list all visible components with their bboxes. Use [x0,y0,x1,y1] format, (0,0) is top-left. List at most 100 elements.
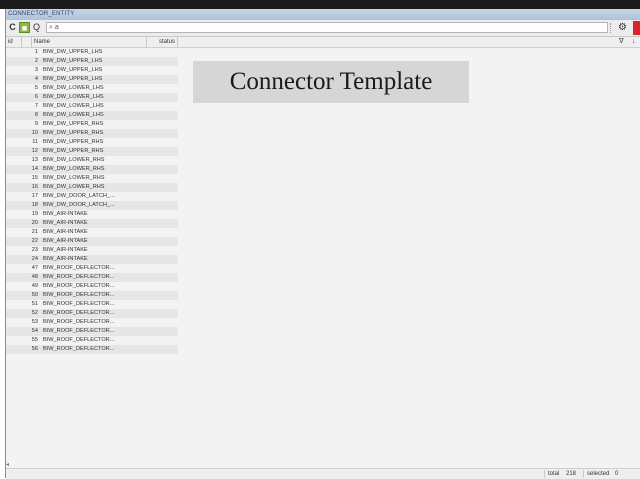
row-name: BIW_ROOF_DEFLECTOR... [43,265,115,271]
row-name: BIW_DW_UPPER_RHS [43,130,104,136]
table-row[interactable]: 4 BIW_DW_UPPER_LHS [6,75,178,84]
row-id: 7 [34,103,38,109]
table-row[interactable]: 50 BIW_ROOF_DEFLECTOR... [6,291,178,300]
vertical-scrollbar[interactable] [6,47,10,472]
table-row[interactable]: 9 BIW_DW_UPPER_RHS [6,120,178,129]
row-name: BIW_DW_UPPER_RHS [43,148,104,154]
row-name: BIW_ROOF_DEFLECTOR... [43,319,115,325]
entity-list: 1 BIW_DW_UPPER_LHS 2 BIW_DW_UPPER_LHS 3 BIW_D… [6,48,178,354]
row-id: 16 [31,184,38,190]
row-name: BIW_ROOF_DEFLECTOR... [43,337,115,343]
connector-template-label: Connector Template [193,61,469,103]
table-row[interactable]: 53 BIW_ROOF_DEFLECTOR... [6,318,178,327]
row-id: 48 [31,274,38,280]
table-row[interactable]: 23 BIW_AIR-INTAKE [6,246,178,255]
row-id: 55 [31,337,38,343]
window-title: CONNECTOR_ENTITY [6,9,640,20]
table-row[interactable]: 11 BIW_DW_UPPER_RHS [6,138,178,147]
row-id: 13 [31,157,38,163]
row-name: BIW_DW_UPPER_RHS [43,121,104,127]
table-row[interactable]: 51 BIW_ROOF_DEFLECTOR... [6,300,178,309]
refresh-icon[interactable]: C [7,22,18,33]
table-row[interactable]: 52 BIW_ROOF_DEFLECTOR... [6,309,178,318]
table-row[interactable]: 54 BIW_ROOF_DEFLECTOR... [6,327,178,336]
table-row[interactable]: 12 BIW_DW_UPPER_RHS [6,147,178,156]
table-row[interactable]: 10 BIW_DW_UPPER_RHS [6,129,178,138]
table-row[interactable]: 56 BIW_ROOF_DEFLECTOR... [6,345,178,354]
row-name: BIW_ROOF_DEFLECTOR... [43,328,115,334]
row-id: 24 [31,256,38,262]
row-name: BIW_AIR-INTAKE [43,238,88,244]
table-row[interactable]: 14 BIW_DW_LOWER_RHS [6,165,178,174]
row-name: BIW_AIR-INTAKE [43,247,88,253]
row-id: 10 [31,130,38,136]
row-name: BIW_AIR-INTAKE [43,220,88,226]
table-row[interactable]: 19 BIW_AIR-INTAKE [6,210,178,219]
row-id: 5 [34,85,38,91]
row-id: 17 [31,193,38,199]
filter-toggle-icon[interactable]: ■ [19,22,30,33]
table-row[interactable]: 20 BIW_AIR-INTAKE [6,219,178,228]
table-row[interactable]: 17 BIW_DW_DOOR_LATCH_... [6,192,178,201]
row-id: 15 [31,175,38,181]
column-header-id[interactable]: id [6,37,22,47]
row-id: 11 [32,139,38,145]
row-name: BIW_ROOF_DEFLECTOR... [43,274,115,280]
row-name: BIW_AIR-INTAKE [43,256,88,262]
search-icon[interactable]: Q [31,22,42,33]
table-row[interactable]: 47 BIW_ROOF_DEFLECTOR... [6,264,178,273]
row-name: BIW_DW_UPPER_LHS [43,67,103,73]
search-input[interactable]: ⌕ a [46,22,608,33]
row-name: BIW_DW_LOWER_LHS [43,94,104,100]
column-header-name[interactable]: Name [32,37,147,47]
status-divider [583,470,584,478]
toolbar: C ■ Q ⌕ a ⚙ [6,20,640,37]
row-id: 12 [31,148,38,154]
row-name: BIW_ROOF_DEFLECTOR... [43,301,115,307]
table-row[interactable]: 49 BIW_ROOF_DEFLECTOR... [6,282,178,291]
table-row[interactable]: 15 BIW_DW_LOWER_RHS [6,174,178,183]
row-id: 54 [31,328,38,334]
table-row[interactable]: 48 BIW_ROOF_DEFLECTOR... [6,273,178,282]
toolbar-grip[interactable] [610,23,612,33]
table-row[interactable]: 5 BIW_DW_LOWER_LHS [6,84,178,93]
row-id: 3 [34,67,38,73]
row-name: BIW_DW_LOWER_RHS [43,157,105,163]
search-value: a [54,24,59,31]
row-name: BIW_DW_LOWER_LHS [43,103,104,109]
table-row[interactable]: 7 BIW_DW_LOWER_LHS [6,102,178,111]
row-name: BIW_DW_UPPER_RHS [43,139,104,145]
table-row[interactable]: 55 BIW_ROOF_DEFLECTOR... [6,336,178,345]
table-row[interactable]: 2 BIW_DW_UPPER_LHS [6,57,178,66]
table-row[interactable]: 18 BIW_DW_DOOR_LATCH_... [6,201,178,210]
row-id: 9 [34,121,38,127]
scroll-left-icon[interactable]: ◂ [6,461,9,468]
table-row[interactable]: 22 BIW_AIR-INTAKE [6,237,178,246]
filter-icon[interactable]: ∇ [619,37,624,47]
row-id: 49 [31,283,38,289]
close-icon[interactable] [633,21,640,35]
table-row[interactable]: 24 BIW_AIR-INTAKE [6,255,178,264]
row-id: 53 [31,319,38,325]
row-name: BIW_ROOF_DEFLECTOR... [43,310,115,316]
table-row[interactable]: 3 BIW_DW_UPPER_LHS [6,66,178,75]
row-id: 2 [34,58,38,64]
table-row[interactable]: 1 BIW_DW_UPPER_LHS [6,48,178,57]
table-row[interactable]: 21 BIW_AIR-INTAKE [6,228,178,237]
row-id: 8 [34,112,38,118]
table-row[interactable]: 8 BIW_DW_LOWER_LHS [6,111,178,120]
column-header-sort-marker[interactable] [22,37,32,47]
column-header-status[interactable]: status [147,37,178,47]
row-id: 52 [31,310,38,316]
row-name: BIW_DW_DOOR_LATCH_... [43,193,115,199]
row-name: BIW_DW_LOWER_RHS [43,184,105,190]
table-row[interactable]: 6 BIW_DW_LOWER_LHS [6,93,178,102]
sort-arrow-icon[interactable]: ↓ [632,37,636,47]
row-id: 47 [31,265,38,271]
table-row[interactable]: 13 BIW_DW_LOWER_RHS [6,156,178,165]
status-bar: total 218 selected 0 [6,468,640,479]
gear-icon[interactable]: ⚙ [618,22,627,33]
row-id: 21 [31,229,38,235]
row-name: BIW_DW_LOWER_LHS [43,85,104,91]
table-row[interactable]: 16 BIW_DW_LOWER_RHS [6,183,178,192]
